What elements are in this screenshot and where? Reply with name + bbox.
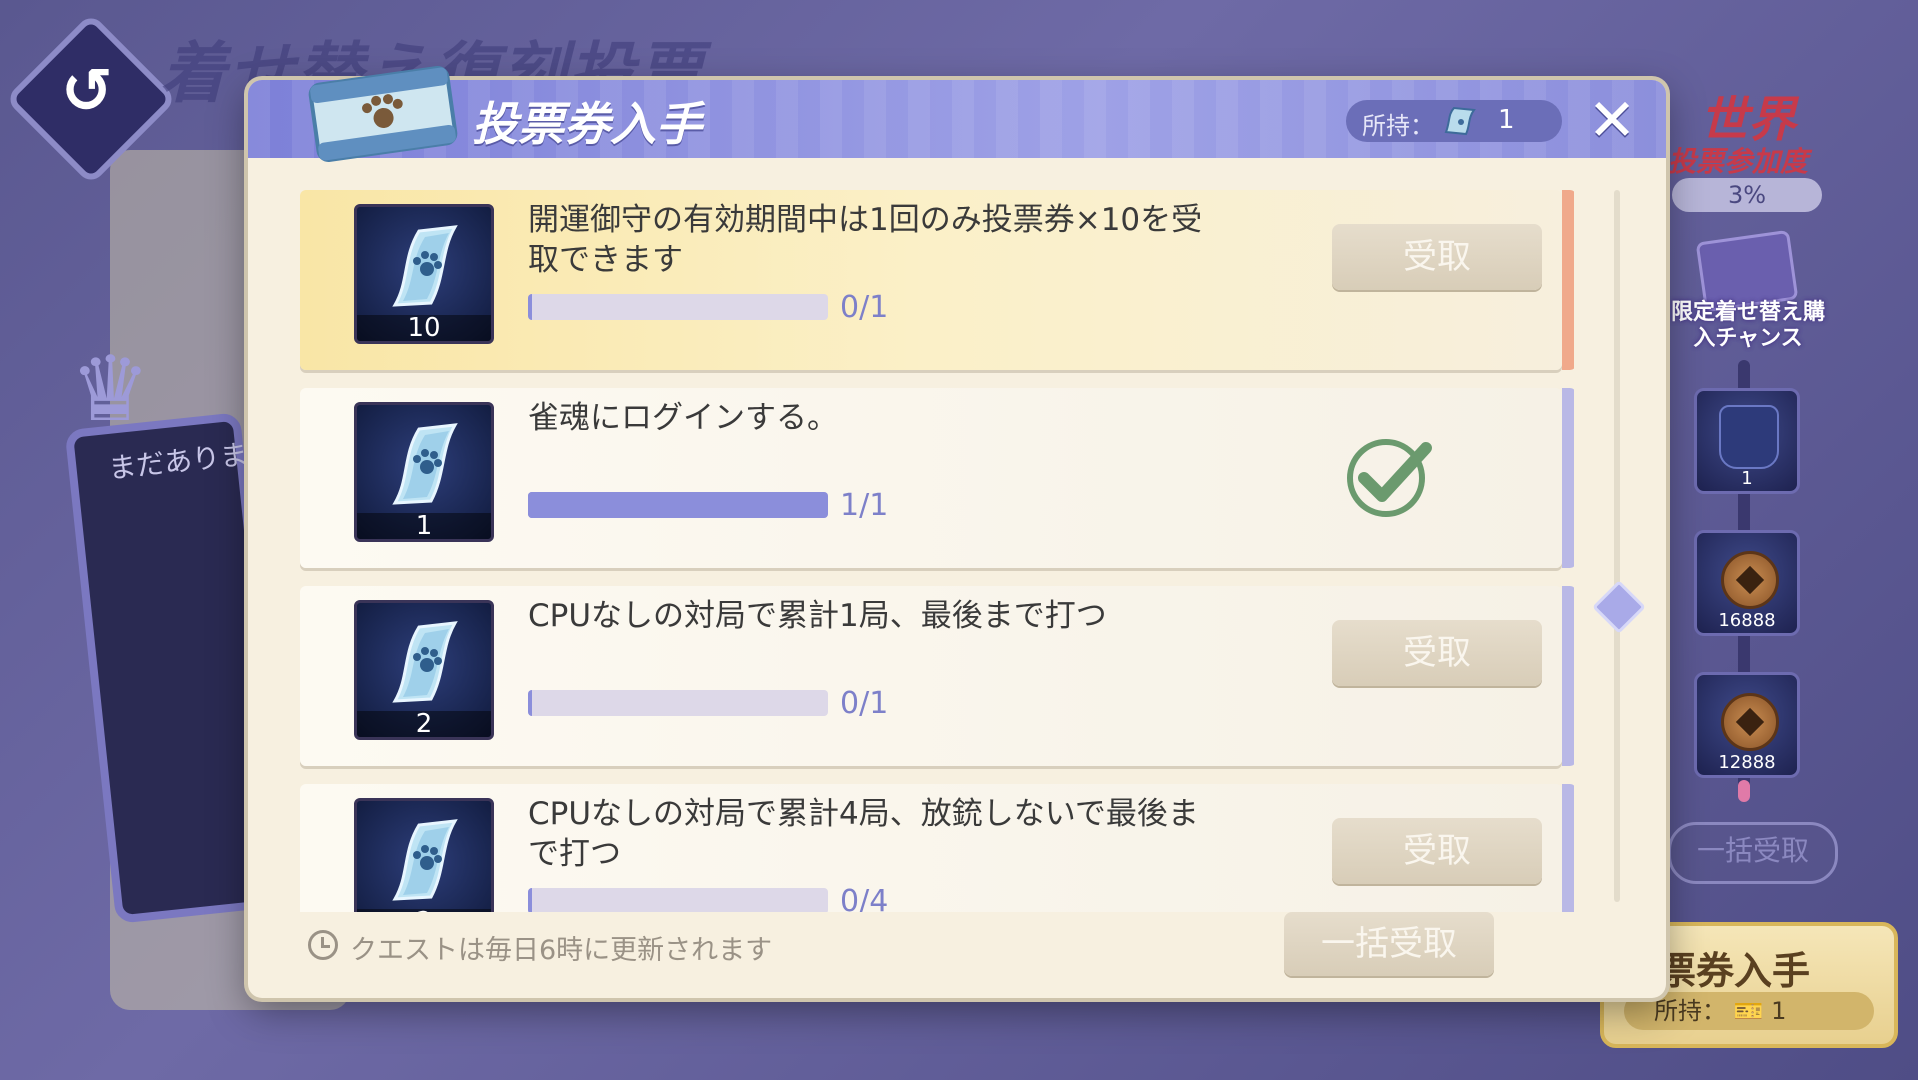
footer-note-text: クエストは毎日6時に更新されます (350, 935, 773, 966)
reward-tile-coin[interactable]: 16888 (1694, 530, 1800, 636)
quest-row: 10 開運御守の有効期間中は1回のみ投票券×10を受取できます 0/1 受取 (300, 190, 1574, 370)
progress-bar (528, 888, 828, 912)
reward-tile-bag[interactable]: 1 (1694, 388, 1800, 494)
quest-row: 1 雀魂にログインする。 1/1 (300, 388, 1574, 568)
reward-count: 12888 (1718, 752, 1776, 773)
quest-description: 開運御守の有効期間中は1回のみ投票券×10を受取できます (528, 202, 1203, 278)
owned-count: 1 (1498, 105, 1515, 135)
claim-button[interactable]: 受取 (1332, 818, 1542, 884)
quest-description: CPUなしの対局で累計4局、放銃しないで最後まで打つ (528, 796, 1199, 872)
progress-bar-fill (528, 492, 828, 518)
completed-check-icon (1347, 439, 1432, 517)
row-notches (300, 190, 308, 370)
quest-description: 雀魂にログインする。 (528, 400, 838, 436)
row-notches (300, 586, 308, 766)
coin-icon (1721, 551, 1779, 609)
owned-tickets: 所持： 1 (1346, 100, 1562, 142)
progress-bar (528, 294, 828, 320)
reward-ticket: 2 (354, 798, 494, 912)
back-arrow-icon: ↺ (61, 54, 113, 127)
quest-row: 2 CPUなしの対局で累計4局、放銃しないで最後まで打つ 0/4 受取 (300, 784, 1574, 912)
progress-bar-start (528, 294, 532, 320)
claim-button[interactable]: 受取 (1332, 224, 1542, 290)
owned-label: 所持： (1654, 997, 1726, 1025)
quest-list: 10 開運御守の有効期間中は1回のみ投票券×10を受取できます 0/1 受取 1 雀魂にロ… (300, 190, 1574, 912)
progress-text: 0/1 (840, 686, 889, 721)
ticket-small-icon: 🎫 (1733, 997, 1764, 1025)
coin-icon (1721, 693, 1779, 751)
owned-count: 1 (1771, 997, 1787, 1025)
reward-count: 16888 (1718, 610, 1776, 631)
get-ticket-owned: 所持： 🎫 1 (1624, 992, 1874, 1030)
close-button[interactable]: ✕ (1584, 91, 1640, 149)
quest-row: 2 CPUなしの対局で累計1局、最後まで打つ 0/1 受取 (300, 586, 1574, 766)
row-edge (1562, 190, 1574, 370)
claim-button[interactable]: 受取 (1332, 620, 1542, 686)
row-edge (1562, 784, 1574, 912)
reward-ticket: 10 (354, 204, 494, 344)
progress-text: 0/1 (840, 290, 889, 325)
progress-text: 0/4 (840, 884, 889, 912)
reward-quantity: 1 (357, 513, 491, 539)
quest-description: CPUなしの対局で累計1局、最後まで打つ (528, 598, 1107, 634)
progress-bar-start (528, 888, 532, 912)
gift-bag-icon (1719, 405, 1779, 469)
progress-text: 1/1 (840, 488, 889, 523)
reward-quantity: 10 (357, 315, 491, 341)
footer-note: クエストは毎日6時に更新されます (308, 928, 772, 967)
row-notches (300, 784, 308, 912)
progress-bar (528, 690, 828, 716)
reward-track-fill (1738, 780, 1750, 802)
reward-quantity: 2 (357, 909, 491, 912)
scrollbar-thumb[interactable] (1592, 580, 1646, 634)
limited-costume-label: 限定着せ替え購入チャンス (1670, 300, 1825, 351)
world-subtitle: 投票参加度 (1668, 145, 1809, 178)
dialog-title: 投票券入手 (472, 97, 702, 151)
world-participation-percent: 3% (1672, 178, 1822, 212)
reward-quantity: 2 (357, 711, 491, 737)
reward-ticket: 2 (354, 600, 494, 740)
progress-bar (528, 492, 828, 518)
row-notches (300, 388, 308, 568)
ticket-small-icon (1444, 106, 1476, 136)
ticket-dialog: 投票券入手 所持： 1 ✕ 10 開運御守の有効期間中は1回のみ投票券×10を受取… (248, 66, 1666, 998)
reward-ticket: 1 (354, 402, 494, 542)
row-edge (1562, 586, 1574, 766)
scrollbar-track[interactable] (1614, 190, 1620, 902)
background-bulk-claim-button[interactable]: 一括受取 (1668, 822, 1838, 884)
owned-label: 所持： (1362, 112, 1434, 140)
bulk-claim-button[interactable]: 一括受取 (1284, 912, 1494, 976)
progress-bar-start (528, 690, 532, 716)
reward-count: 1 (1741, 468, 1753, 489)
reward-tile-coin[interactable]: 12888 (1694, 672, 1800, 778)
row-edge (1562, 388, 1574, 568)
